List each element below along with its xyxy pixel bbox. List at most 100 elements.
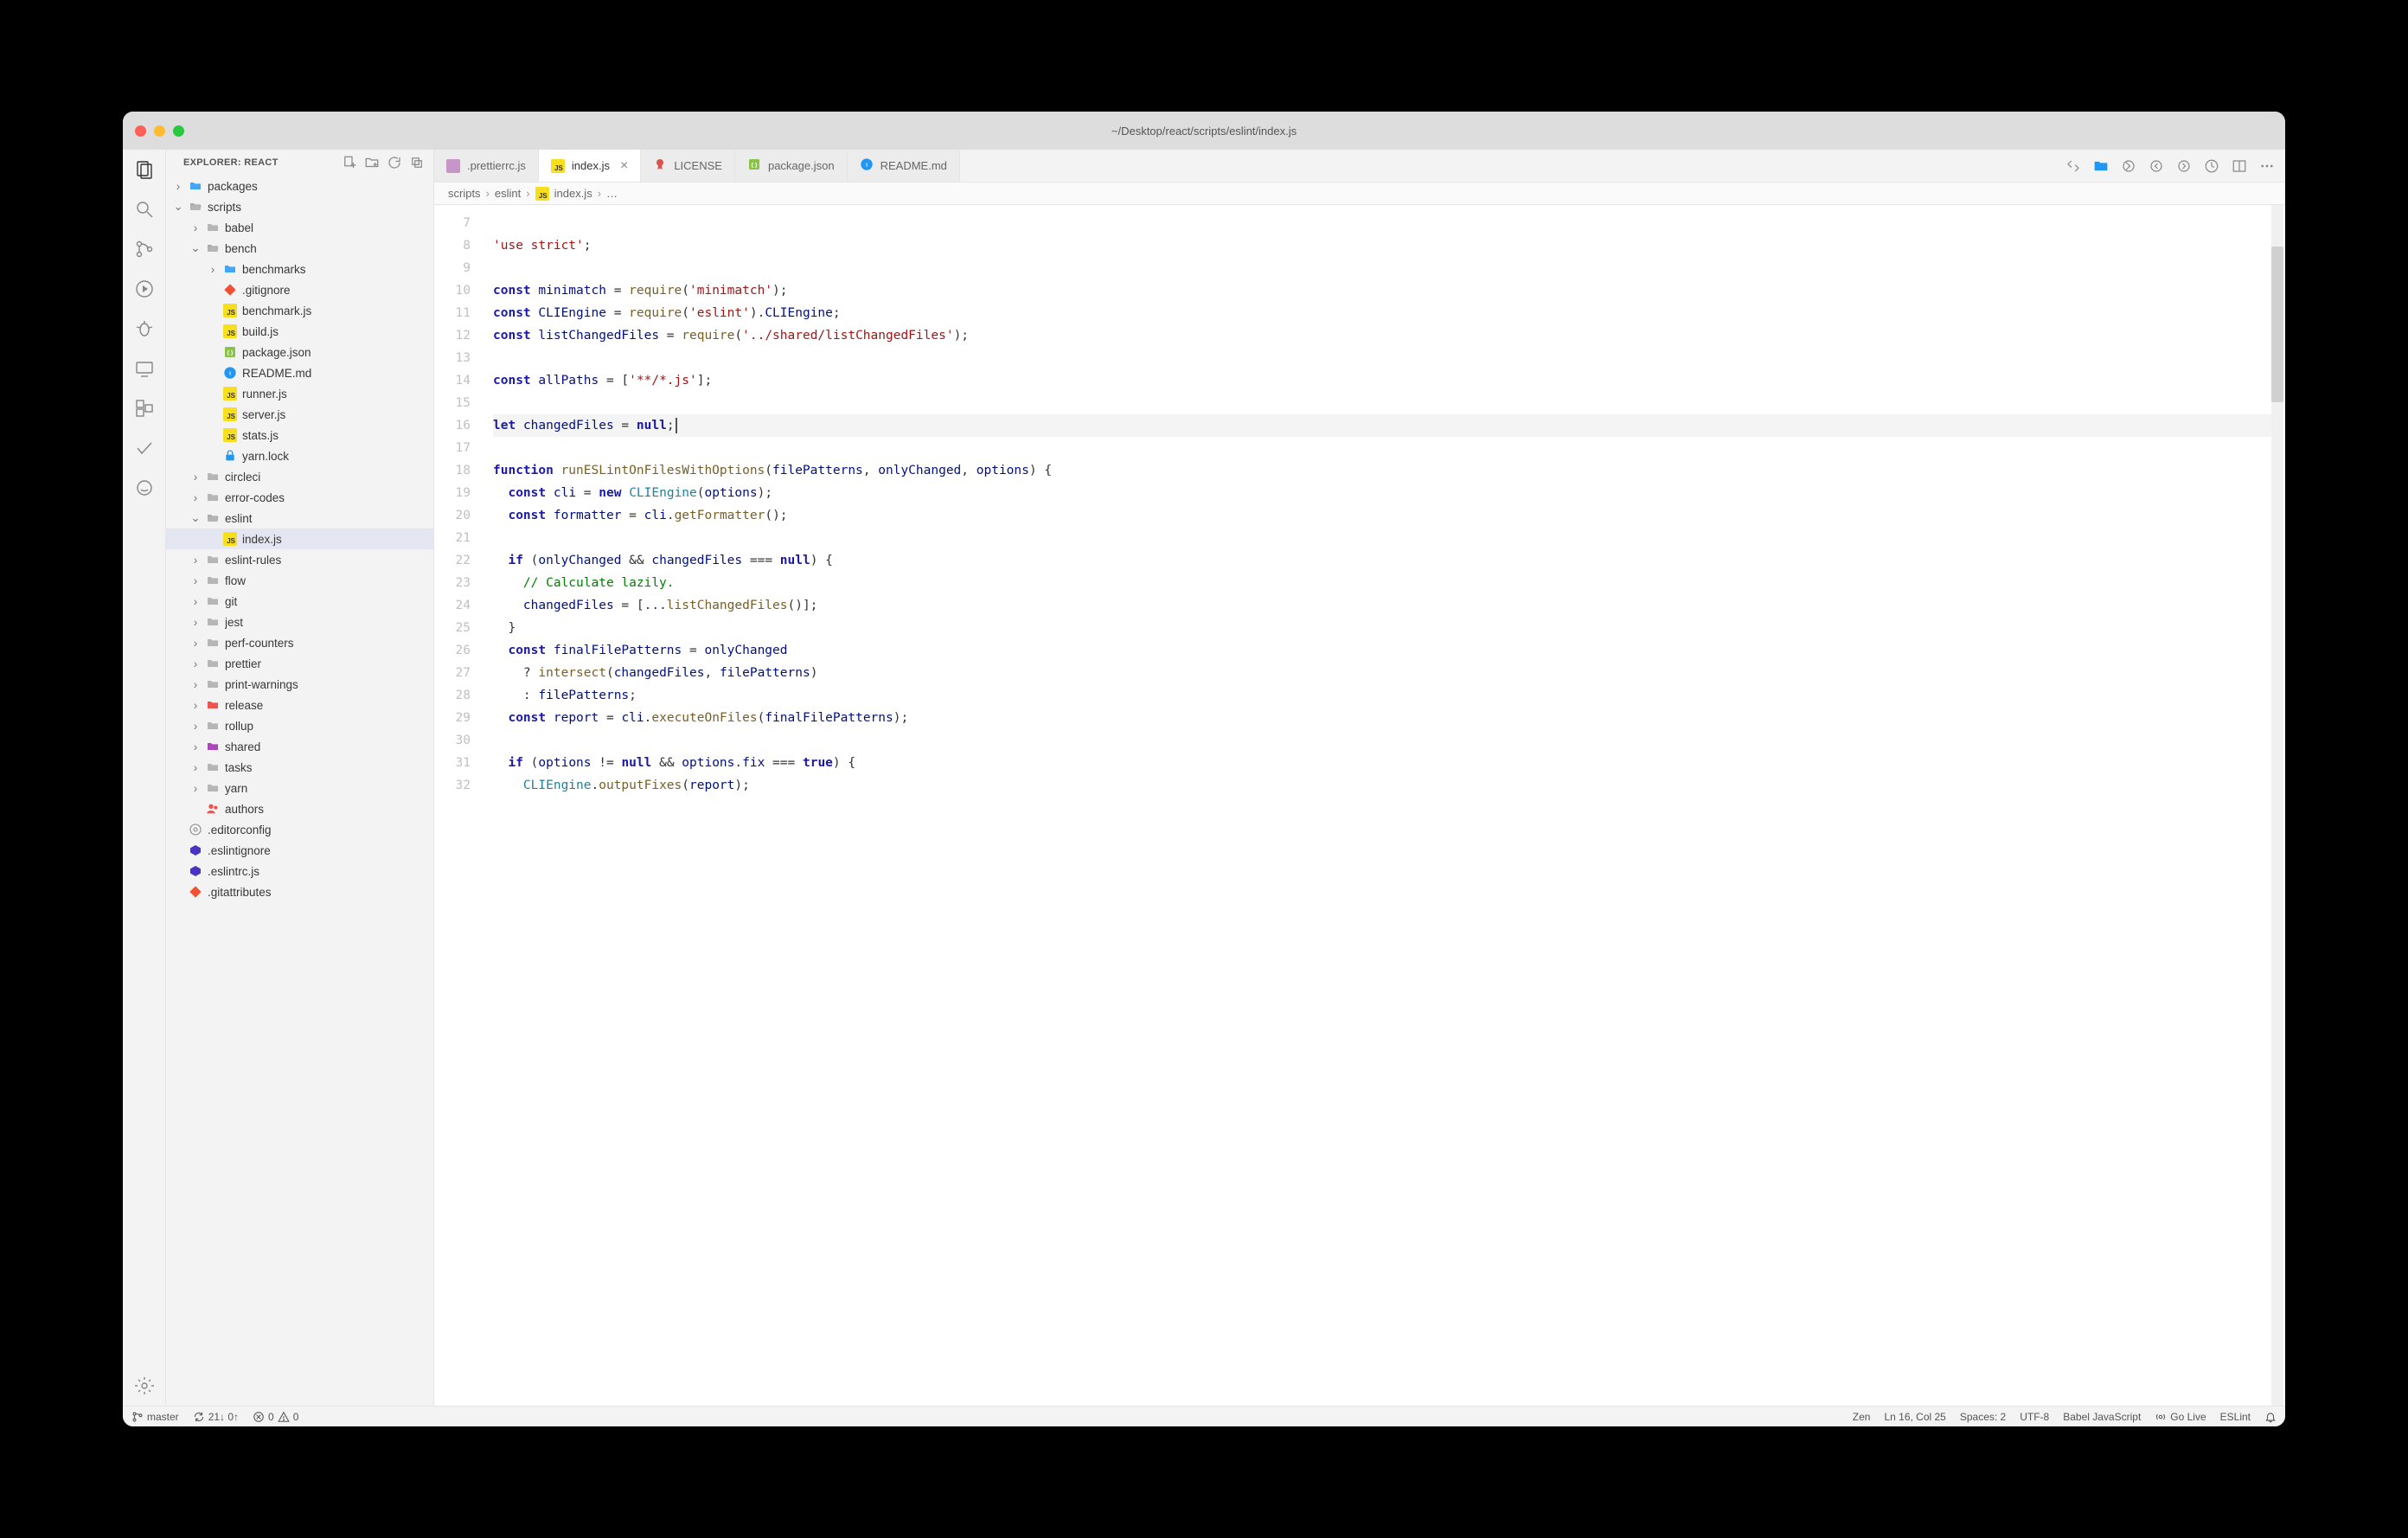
code-line[interactable]: const formatter = cli.getFormatter(); <box>493 504 2271 527</box>
breadcrumb-item[interactable]: eslint <box>495 187 521 200</box>
file-node-server-js[interactable]: JSserver.js <box>166 404 433 425</box>
file-node--gitignore[interactable]: .gitignore <box>166 279 433 300</box>
run-file-icon[interactable] <box>2121 158 2136 174</box>
folder-node-scripts[interactable]: ⌄scripts <box>166 196 433 217</box>
debug-activity-icon[interactable] <box>133 317 156 340</box>
eslint-status[interactable]: ESLint <box>2220 1411 2251 1423</box>
code-line[interactable]: const cli = new CLIEngine(options); <box>493 482 2271 504</box>
folder-node-prettier[interactable]: ›prettier <box>166 653 433 674</box>
code-line[interactable] <box>493 392 2271 414</box>
toggle-word-wrap-icon[interactable] <box>2204 158 2219 174</box>
encoding-status[interactable]: UTF-8 <box>2020 1411 2049 1423</box>
folder-node-rollup[interactable]: ›rollup <box>166 715 433 736</box>
code-line[interactable] <box>493 257 2271 279</box>
scrollbar[interactable] <box>2271 205 2283 1406</box>
close-tab-icon[interactable]: × <box>620 158 628 174</box>
file-node-package-json[interactable]: { }package.json <box>166 342 433 362</box>
file-node-build-js[interactable]: JSbuild.js <box>166 321 433 342</box>
breadcrumb-item[interactable]: scripts <box>448 187 481 200</box>
code-line[interactable]: changedFiles = [...listChangedFiles()]; <box>493 594 2271 617</box>
cursor-position-status[interactable]: Ln 16, Col 25 <box>1884 1411 1945 1423</box>
code-line[interactable]: const finalFilePatterns = onlyChanged <box>493 639 2271 662</box>
settings-gear-icon[interactable] <box>133 1375 156 1397</box>
refresh-icon[interactable] <box>387 155 402 170</box>
code-line[interactable]: function runESLintOnFilesWithOptions(fil… <box>493 459 2271 482</box>
folder-node-tasks[interactable]: ›tasks <box>166 757 433 778</box>
code-line[interactable] <box>493 729 2271 752</box>
custom-activity-icon[interactable] <box>133 477 156 499</box>
zen-mode-status[interactable]: Zen <box>1853 1411 1871 1423</box>
breadcrumb-item[interactable]: … <box>606 187 618 200</box>
code-line[interactable]: const CLIEngine = require('eslint').CLIE… <box>493 302 2271 324</box>
go-live-status[interactable]: Go Live <box>2155 1411 2206 1423</box>
search-activity-icon[interactable] <box>133 198 156 221</box>
tab-LICENSE[interactable]: LICENSE <box>641 150 735 182</box>
problems-status[interactable]: 0 0 <box>253 1411 298 1423</box>
code-content[interactable]: 'use strict'; const minimatch = require(… <box>483 205 2271 1406</box>
file-node-README-md[interactable]: iREADME.md <box>166 362 433 383</box>
new-file-icon[interactable] <box>342 155 357 170</box>
code-line[interactable]: const report = cli.executeOnFiles(finalF… <box>493 707 2271 729</box>
collapse-all-icon[interactable] <box>409 155 425 170</box>
code-line[interactable]: } <box>493 617 2271 639</box>
folder-node-bench[interactable]: ⌄bench <box>166 238 433 259</box>
tab--prettierrc-js[interactable]: .prettierrc.js <box>434 150 539 182</box>
run-activity-icon[interactable] <box>133 278 156 300</box>
code-line[interactable]: let changedFiles = null; <box>493 414 2271 437</box>
split-editor-icon[interactable] <box>2232 158 2247 174</box>
breadcrumb-item[interactable]: index.js <box>554 187 592 200</box>
file-node-authors[interactable]: authors <box>166 798 433 819</box>
code-line[interactable]: const minimatch = require('minimatch'); <box>493 279 2271 302</box>
code-line[interactable] <box>493 437 2271 459</box>
folder-node-babel[interactable]: ›babel <box>166 217 433 238</box>
open-changes-icon[interactable] <box>2093 158 2109 174</box>
code-editor[interactable]: 7891011121314151617181920212223242526272… <box>434 205 2285 1406</box>
file-node--editorconfig[interactable]: .editorconfig <box>166 819 433 840</box>
code-line[interactable] <box>493 347 2271 369</box>
tab-index-js[interactable]: JSindex.js× <box>539 150 641 182</box>
folder-node-eslint-rules[interactable]: ›eslint-rules <box>166 549 433 570</box>
folder-node-packages[interactable]: ›packages <box>166 176 433 196</box>
next-change-icon[interactable] <box>2176 158 2192 174</box>
close-window-button[interactable] <box>135 125 146 137</box>
folder-node-release[interactable]: ›release <box>166 695 433 715</box>
extensions-activity-icon[interactable] <box>133 397 156 420</box>
code-line[interactable]: 'use strict'; <box>493 234 2271 257</box>
indentation-status[interactable]: Spaces: 2 <box>1960 1411 2006 1423</box>
tab-README-md[interactable]: iREADME.md <box>848 150 960 182</box>
folder-node-benchmarks[interactable]: ›benchmarks <box>166 259 433 279</box>
code-line[interactable]: // Calculate lazily. <box>493 572 2271 594</box>
more-actions-icon[interactable] <box>2259 158 2275 174</box>
new-folder-icon[interactable] <box>364 155 380 170</box>
file-node--eslintignore[interactable]: .eslintignore <box>166 840 433 861</box>
code-line[interactable]: const listChangedFiles = require('../sha… <box>493 324 2271 347</box>
language-mode-status[interactable]: Babel JavaScript <box>2063 1411 2141 1423</box>
git-branch-status[interactable]: master <box>131 1411 179 1423</box>
folder-node-git[interactable]: ›git <box>166 591 433 612</box>
code-line[interactable]: CLIEngine.outputFixes(report); <box>493 774 2271 797</box>
zoom-window-button[interactable] <box>173 125 184 137</box>
remote-activity-icon[interactable] <box>133 357 156 380</box>
code-line[interactable]: : filePatterns; <box>493 684 2271 707</box>
scm-activity-icon[interactable] <box>133 238 156 260</box>
prev-change-icon[interactable] <box>2149 158 2164 174</box>
file-node-runner-js[interactable]: JSrunner.js <box>166 383 433 404</box>
folder-node-eslint[interactable]: ⌄eslint <box>166 508 433 529</box>
file-tree[interactable]: ›packages⌄scripts›babel⌄bench›benchmarks… <box>166 176 433 1406</box>
folder-node-error-codes[interactable]: ›error-codes <box>166 487 433 508</box>
file-node--eslintrc-js[interactable]: .eslintrc.js <box>166 861 433 881</box>
folder-node-circleci[interactable]: ›circleci <box>166 466 433 487</box>
file-node-benchmark-js[interactable]: JSbenchmark.js <box>166 300 433 321</box>
folder-node-flow[interactable]: ›flow <box>166 570 433 591</box>
folder-node-perf-counters[interactable]: ›perf-counters <box>166 632 433 653</box>
file-node--gitattributes[interactable]: .gitattributes <box>166 881 433 902</box>
compare-changes-icon[interactable] <box>2065 158 2081 174</box>
code-line[interactable]: if (onlyChanged && changedFiles === null… <box>493 549 2271 572</box>
folder-node-shared[interactable]: ›shared <box>166 736 433 757</box>
notifications-icon[interactable] <box>2264 1411 2277 1423</box>
folder-node-yarn[interactable]: ›yarn <box>166 778 433 798</box>
folder-node-jest[interactable]: ›jest <box>166 612 433 632</box>
code-line[interactable]: const allPaths = ['**/*.js']; <box>493 369 2271 392</box>
code-line[interactable]: ? intersect(changedFiles, filePatterns) <box>493 662 2271 684</box>
code-line[interactable] <box>493 212 2271 234</box>
